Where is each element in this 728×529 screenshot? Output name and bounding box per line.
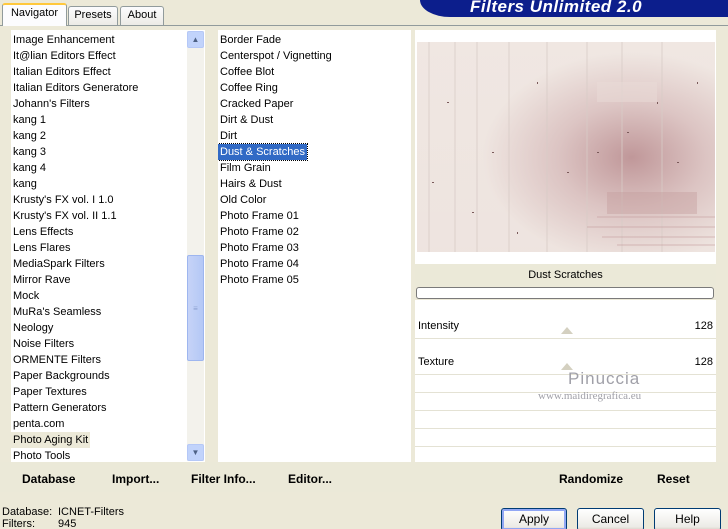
reset-label: Reset xyxy=(657,472,690,486)
param-separator xyxy=(415,338,716,354)
list-item[interactable]: Lens Flares xyxy=(11,240,72,256)
status-filters-value: 945 xyxy=(58,518,77,529)
param-label: Intensity xyxy=(418,320,459,332)
list-item[interactable]: Noise Filters xyxy=(11,336,76,352)
scroll-up-icon[interactable]: ▲ xyxy=(187,31,204,48)
cancel-button[interactable]: Cancel xyxy=(577,508,644,529)
list-item[interactable]: Old Color xyxy=(218,192,268,208)
apply-button[interactable]: Apply xyxy=(501,508,567,529)
list-item[interactable]: Image Enhancement xyxy=(11,32,117,48)
list-item[interactable]: Film Grain xyxy=(218,160,273,176)
list-item[interactable]: Lens Effects xyxy=(11,224,75,240)
list-item[interactable]: It@lian Editors Effect xyxy=(11,48,118,64)
param-value: 128 xyxy=(694,320,713,332)
list-item[interactable]: Photo Frame 02 xyxy=(218,224,301,240)
param-separator xyxy=(415,428,716,444)
list-item[interactable]: kang 1 xyxy=(11,112,48,128)
list-item[interactable]: kang xyxy=(11,176,39,192)
randomize-button[interactable]: Randomize xyxy=(559,471,623,487)
import-button[interactable]: Import... xyxy=(112,471,159,487)
list-item[interactable]: Mock xyxy=(11,288,41,304)
slider-thumb-intensity[interactable] xyxy=(561,327,574,334)
list-item[interactable]: Photo Frame 01 xyxy=(218,208,301,224)
status-filters-label: Filters: xyxy=(2,518,35,529)
database-label: Database xyxy=(22,472,76,486)
list-item[interactable]: Dust & Scratches xyxy=(218,143,308,161)
editor-label: Editor... xyxy=(288,472,333,486)
tab-about[interactable]: About xyxy=(120,6,164,25)
param-row-intensity[interactable]: Intensity 128 xyxy=(415,318,716,336)
list-item[interactable]: Hairs & Dust xyxy=(218,176,284,192)
param-value: 128 xyxy=(694,356,713,368)
list-item[interactable]: Italian Editors Generatore xyxy=(11,80,140,96)
filter-info-button[interactable]: Filter Info... xyxy=(191,471,256,487)
database-button[interactable]: Database xyxy=(22,471,75,487)
progress-bar xyxy=(416,287,714,299)
list-item[interactable]: Krusty's FX vol. I 1.0 xyxy=(11,192,116,208)
list-item[interactable]: Photo Aging Kit xyxy=(11,432,91,448)
list-item[interactable]: Dirt & Dust xyxy=(218,112,275,128)
status-filters: Filters: 945 xyxy=(2,518,76,529)
list-item[interactable]: Cracked Paper xyxy=(218,96,295,112)
list-item[interactable]: Mirror Rave xyxy=(11,272,72,288)
reset-button[interactable]: Reset xyxy=(657,471,690,487)
list-item[interactable]: Dirt xyxy=(218,128,239,144)
list-item[interactable]: Neology xyxy=(11,320,55,336)
list-item[interactable]: Coffee Blot xyxy=(218,64,276,80)
list-item[interactable]: Photo Frame 05 xyxy=(218,272,301,288)
tab-panel-border xyxy=(0,25,728,26)
list-item[interactable]: Photo Frame 04 xyxy=(218,256,301,272)
category-scrollbar[interactable]: ▲ ≡ ▼ xyxy=(187,31,204,461)
list-item[interactable]: MediaSpark Filters xyxy=(11,256,107,272)
list-item[interactable]: penta.com xyxy=(11,416,66,432)
list-item[interactable]: Coffee Ring xyxy=(218,80,280,96)
list-item[interactable]: Photo Frame 03 xyxy=(218,240,301,256)
list-item[interactable]: Krusty's FX vol. II 1.1 xyxy=(11,208,119,224)
param-row-texture[interactable]: Texture 128 xyxy=(415,354,716,372)
tab-presets[interactable]: Presets xyxy=(68,6,118,25)
scroll-thumb[interactable]: ≡ xyxy=(187,255,204,361)
list-item[interactable]: Border Fade xyxy=(218,32,283,48)
editor-button[interactable]: Editor... xyxy=(288,471,332,487)
list-item[interactable]: ORMENTE Filters xyxy=(11,352,103,368)
watermark-name: Pinuccia xyxy=(568,369,641,388)
list-item[interactable]: Johann's Filters xyxy=(11,96,92,112)
status-database-label: Database: xyxy=(2,506,53,518)
preview-image xyxy=(417,42,715,252)
category-list[interactable]: Image Enhancement It@lian Editors Effect I… xyxy=(11,30,205,462)
list-item[interactable]: Paper Backgrounds xyxy=(11,368,112,384)
list-item[interactable]: Pattern Generators xyxy=(11,400,109,416)
status-database: Database: ICNET-Filters xyxy=(2,506,124,518)
filter-info-label: Filter Info... xyxy=(191,472,256,486)
randomize-label: Randomize xyxy=(559,472,624,486)
list-item[interactable]: kang 3 xyxy=(11,144,48,160)
watermark-url: www.maidiregrafica.eu xyxy=(538,390,642,402)
list-item[interactable]: kang 2 xyxy=(11,128,48,144)
param-separator xyxy=(415,446,716,462)
param-label: Texture xyxy=(418,356,455,368)
filter-list[interactable]: Border Fade Centerspot / Vignetting Coffee… xyxy=(218,30,411,462)
list-item[interactable]: Italian Editors Effect xyxy=(11,64,113,80)
import-label: Import... xyxy=(112,472,160,486)
filter-title: Dust Scratches xyxy=(415,264,716,286)
status-database-value: ICNET-Filters xyxy=(58,506,124,518)
banner-title: Filters Unlimited 2.0 xyxy=(470,0,643,16)
tab-navigator[interactable]: Navigator xyxy=(2,3,67,26)
param-separator xyxy=(415,374,716,390)
param-separator xyxy=(415,410,716,426)
list-item[interactable]: Photo Tools xyxy=(11,448,72,462)
list-item[interactable]: Paper Textures xyxy=(11,384,89,400)
help-button[interactable]: Help xyxy=(654,508,721,529)
scroll-down-icon[interactable]: ▼ xyxy=(187,444,204,461)
list-item[interactable]: MuRa's Seamless xyxy=(11,304,103,320)
list-item[interactable]: kang 4 xyxy=(11,160,48,176)
list-item[interactable]: Centerspot / Vignetting xyxy=(218,48,334,64)
